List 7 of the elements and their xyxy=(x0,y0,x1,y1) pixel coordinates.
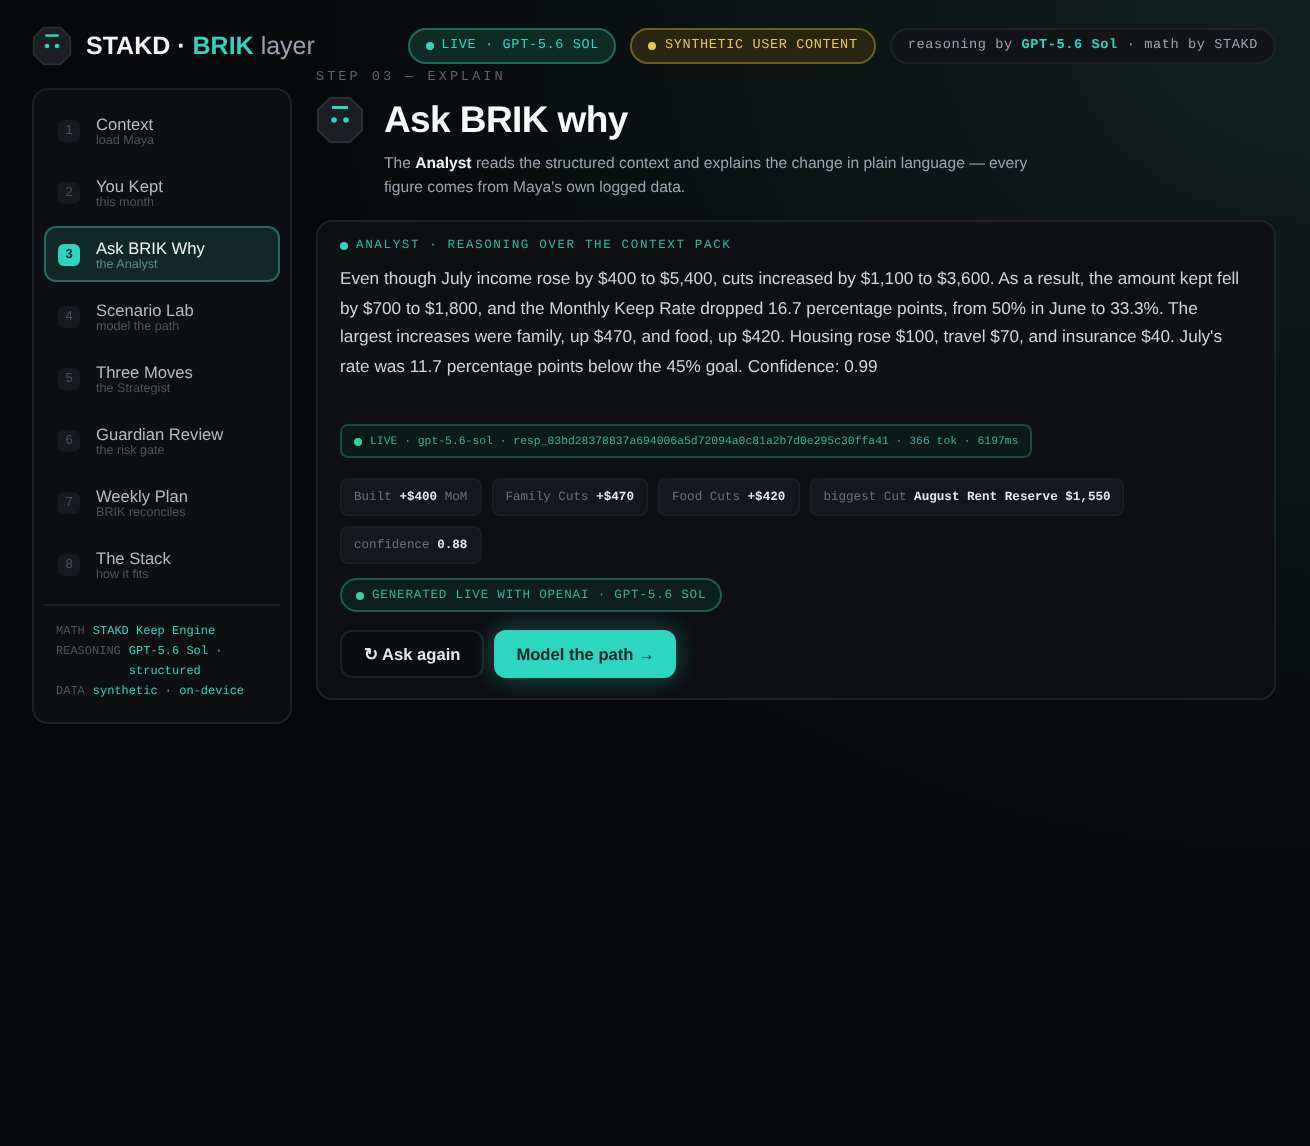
model-path-button[interactable]: Model the path → xyxy=(494,630,677,678)
ask-again-button[interactable]: ↻ Ask again xyxy=(340,630,485,678)
explanation-text: Even though July income rose by $400 to $5,400, cuts increased by $1,100 to $3,600. As a result, the amount kept fell by $700 to $1,800, and the Monthly Keep Rate dropped 16.7 percentage points, from 50% in June to 33.3%. The largest increases were family, up $470, and food, up $420. Housing rose $100, travel $70, and insurance $40. July's rate was 11.7 percentage points below the 45% goal. Confidence: 0.99 xyxy=(340,266,1242,380)
page-title: Ask BRIK why xyxy=(384,96,630,144)
robot-logo-icon xyxy=(32,26,72,66)
robot-avatar-icon xyxy=(316,96,364,144)
brand-name: STAKD · BRIK layer xyxy=(86,32,315,60)
